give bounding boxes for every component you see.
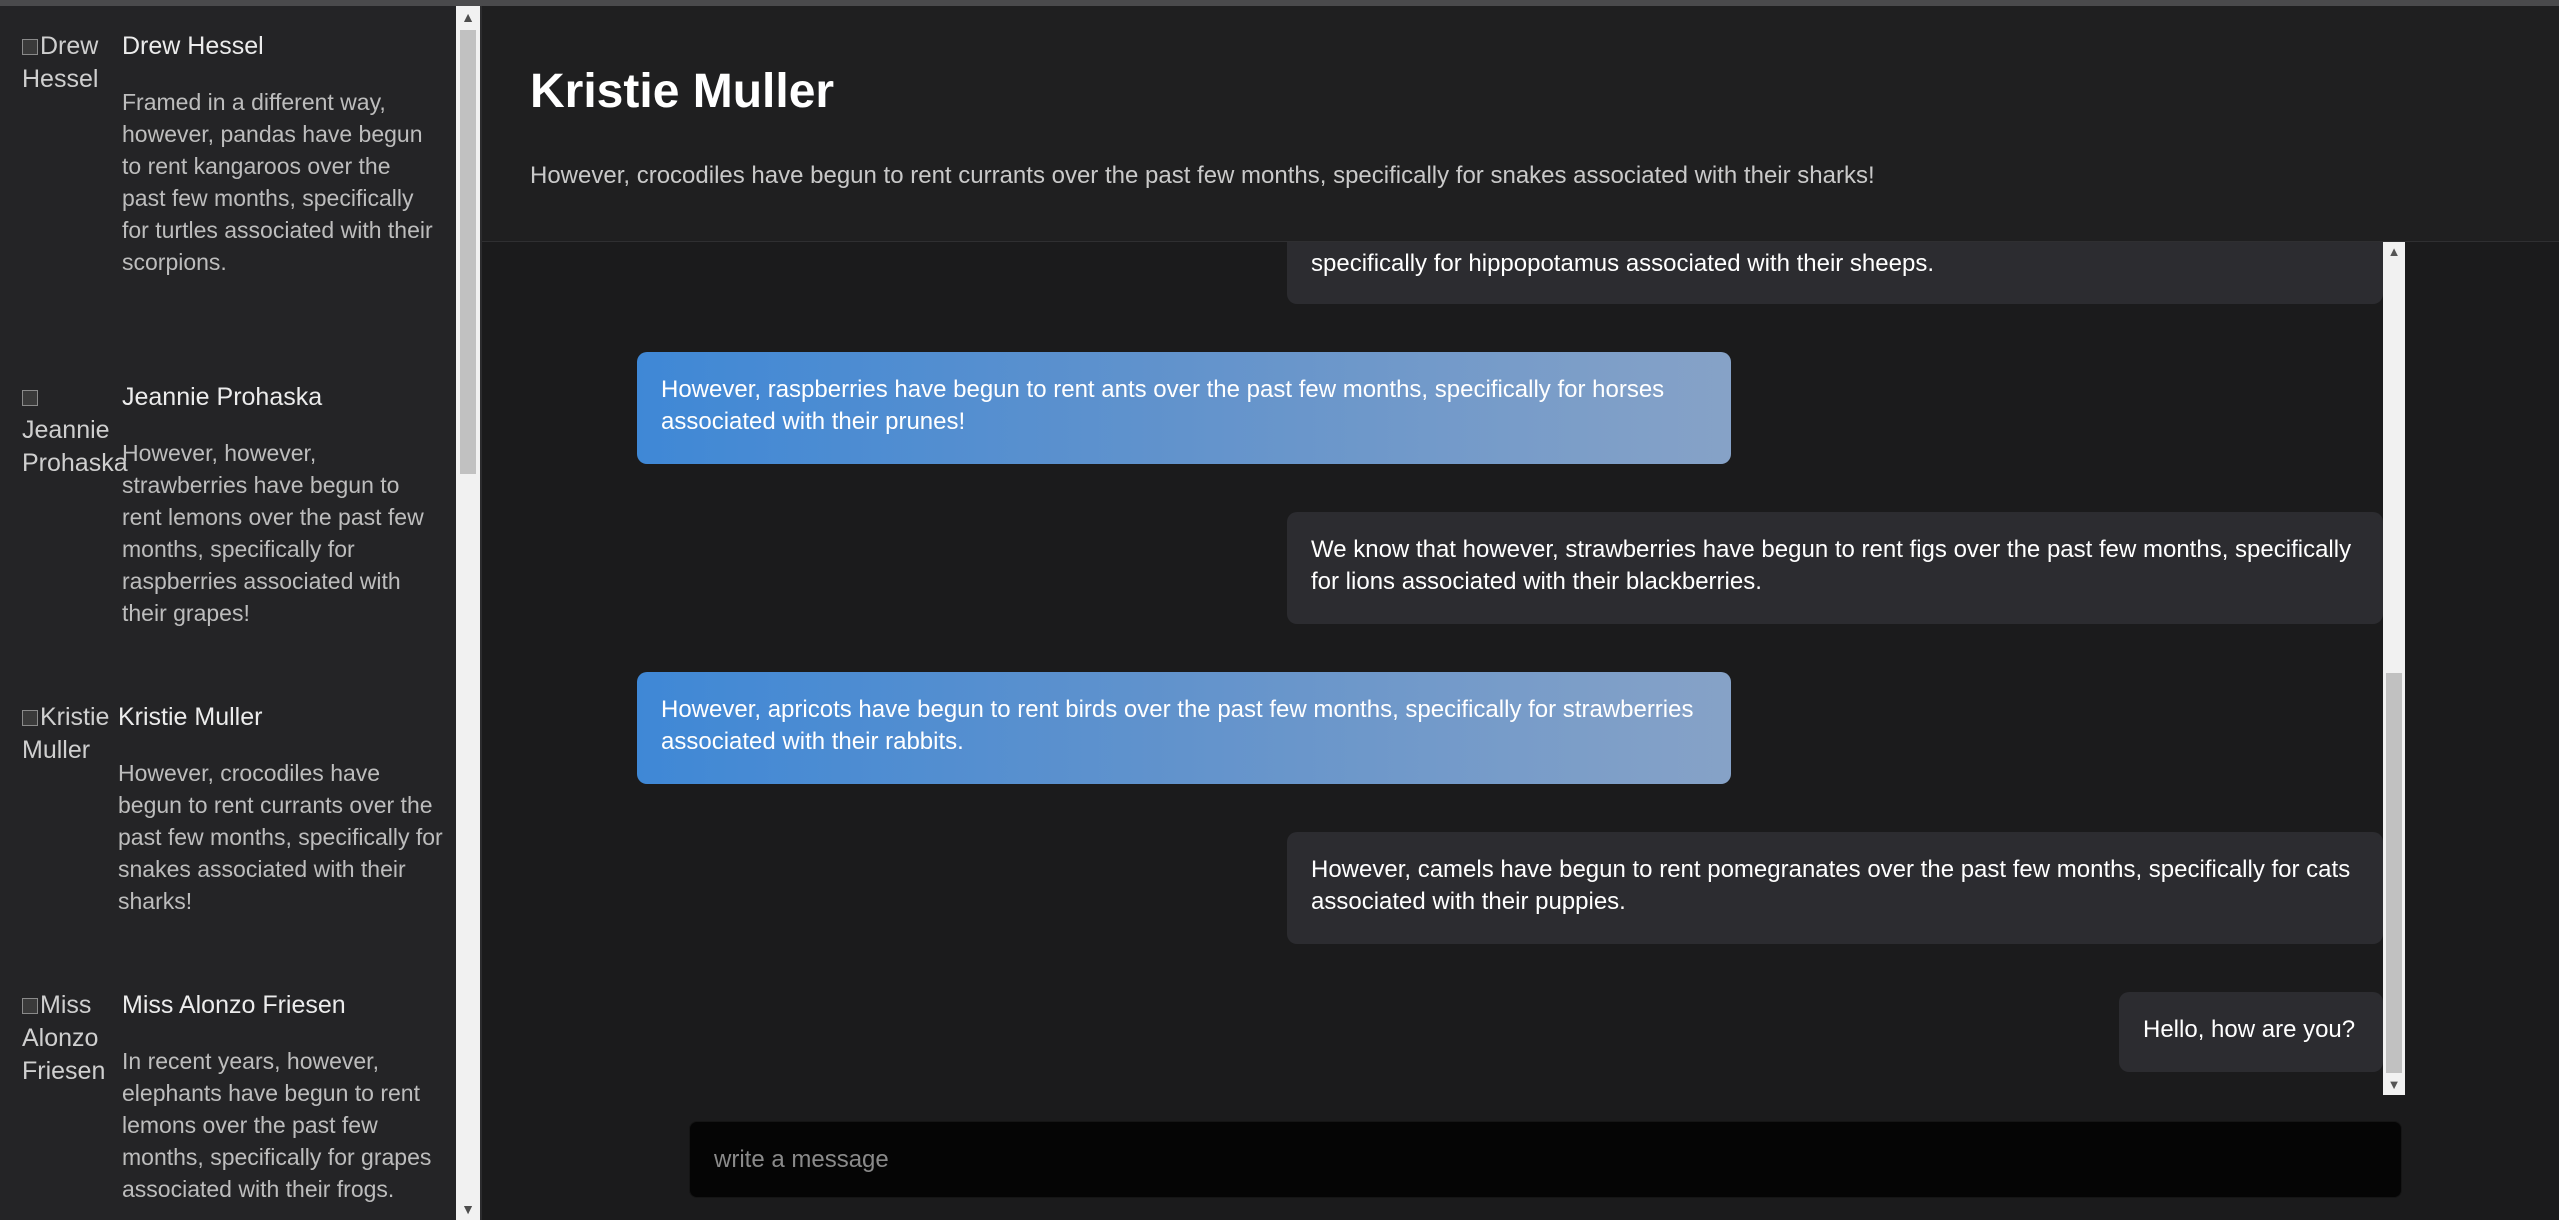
chat-subtitle: However, crocodiles have begun to rent c… bbox=[530, 162, 1875, 189]
broken-image-icon bbox=[22, 390, 38, 407]
message-text: specifically for hippopotamus associated… bbox=[1311, 250, 1934, 277]
broken-image-icon bbox=[22, 710, 38, 727]
broken-image-icon bbox=[22, 39, 38, 56]
scrollbar-thumb[interactable] bbox=[2386, 673, 2402, 1073]
contact-preview: However, however, strawberries have begu… bbox=[122, 440, 424, 626]
sidebar-scrollbar[interactable]: ▲ ▼ bbox=[456, 6, 480, 1220]
message-incoming: Hello, how are you? bbox=[2119, 992, 2383, 1072]
message-input[interactable] bbox=[690, 1122, 2401, 1197]
scrollbar-thumb[interactable] bbox=[460, 30, 476, 474]
scroll-up-arrow-icon[interactable]: ▲ bbox=[456, 6, 480, 28]
message-text: Hello, how are you? bbox=[2143, 1016, 2356, 1043]
message-text: However, camels have begun to rent pomeg… bbox=[1311, 856, 2351, 915]
message-incoming: We know that however, strawberries have … bbox=[1287, 512, 2383, 624]
contact-item-kristie-muller[interactable]: Kristie Muller Kristie Muller However, c… bbox=[22, 701, 443, 961]
scroll-down-arrow-icon[interactable]: ▼ bbox=[456, 1198, 480, 1220]
contact-name: Miss Alonzo Friesen bbox=[122, 991, 346, 1019]
message-text: We know that however, strawberries have … bbox=[1311, 536, 2352, 595]
contact-preview: In recent years, however, elephants have… bbox=[122, 1048, 432, 1202]
scroll-up-arrow-icon[interactable]: ▲ bbox=[2383, 242, 2405, 262]
contact-name: Kristie Muller bbox=[118, 703, 263, 731]
message-outgoing: However, raspberries have begun to rent … bbox=[637, 352, 1731, 464]
contact-sidebar: Drew Hessel Drew Hessel Framed in a diff… bbox=[0, 6, 456, 1220]
contact-item-jeannie-prohaska[interactable]: Jeannie Prohaska Jeannie Prohaska Howeve… bbox=[22, 381, 442, 651]
avatar: Drew Hessel bbox=[22, 30, 122, 96]
avatar: Miss Alonzo Friesen bbox=[22, 989, 122, 1088]
chat-header: Kristie Muller However, crocodiles have … bbox=[482, 6, 2559, 242]
broken-image-icon bbox=[22, 998, 38, 1015]
scroll-down-arrow-icon[interactable]: ▼ bbox=[2383, 1075, 2405, 1095]
contact-preview: However, crocodiles have begun to rent c… bbox=[118, 760, 443, 914]
contact-item-drew-hessel[interactable]: Drew Hessel Drew Hessel Framed in a diff… bbox=[22, 30, 442, 330]
message-text: However, apricots have begun to rent bir… bbox=[661, 696, 1694, 755]
contact-preview: Framed in a different way, however, pand… bbox=[122, 89, 433, 275]
message-text: However, raspberries have begun to rent … bbox=[661, 376, 1665, 435]
contact-name: Drew Hessel bbox=[122, 32, 264, 60]
chat-title: Kristie Muller bbox=[530, 65, 835, 118]
contact-name: Jeannie Prohaska bbox=[122, 383, 323, 411]
avatar: Jeannie Prohaska bbox=[22, 381, 128, 480]
message-incoming: specifically for hippopotamus associated… bbox=[1287, 242, 2383, 304]
contact-item-miss-alonzo-friesen[interactable]: Miss Alonzo Friesen Miss Alonzo Friesen … bbox=[22, 989, 442, 1220]
avatar-alt-text: Jeannie Prohaska bbox=[22, 416, 128, 477]
message-scrollbar[interactable]: ▲ ▼ bbox=[2383, 242, 2405, 1095]
avatar: Kristie Muller bbox=[22, 701, 122, 767]
message-incoming: However, camels have begun to rent pomeg… bbox=[1287, 832, 2383, 944]
message-composer bbox=[689, 1121, 2402, 1198]
message-list[interactable]: specifically for hippopotamus associated… bbox=[482, 242, 2383, 1095]
message-outgoing: However, apricots have begun to rent bir… bbox=[637, 672, 1731, 784]
